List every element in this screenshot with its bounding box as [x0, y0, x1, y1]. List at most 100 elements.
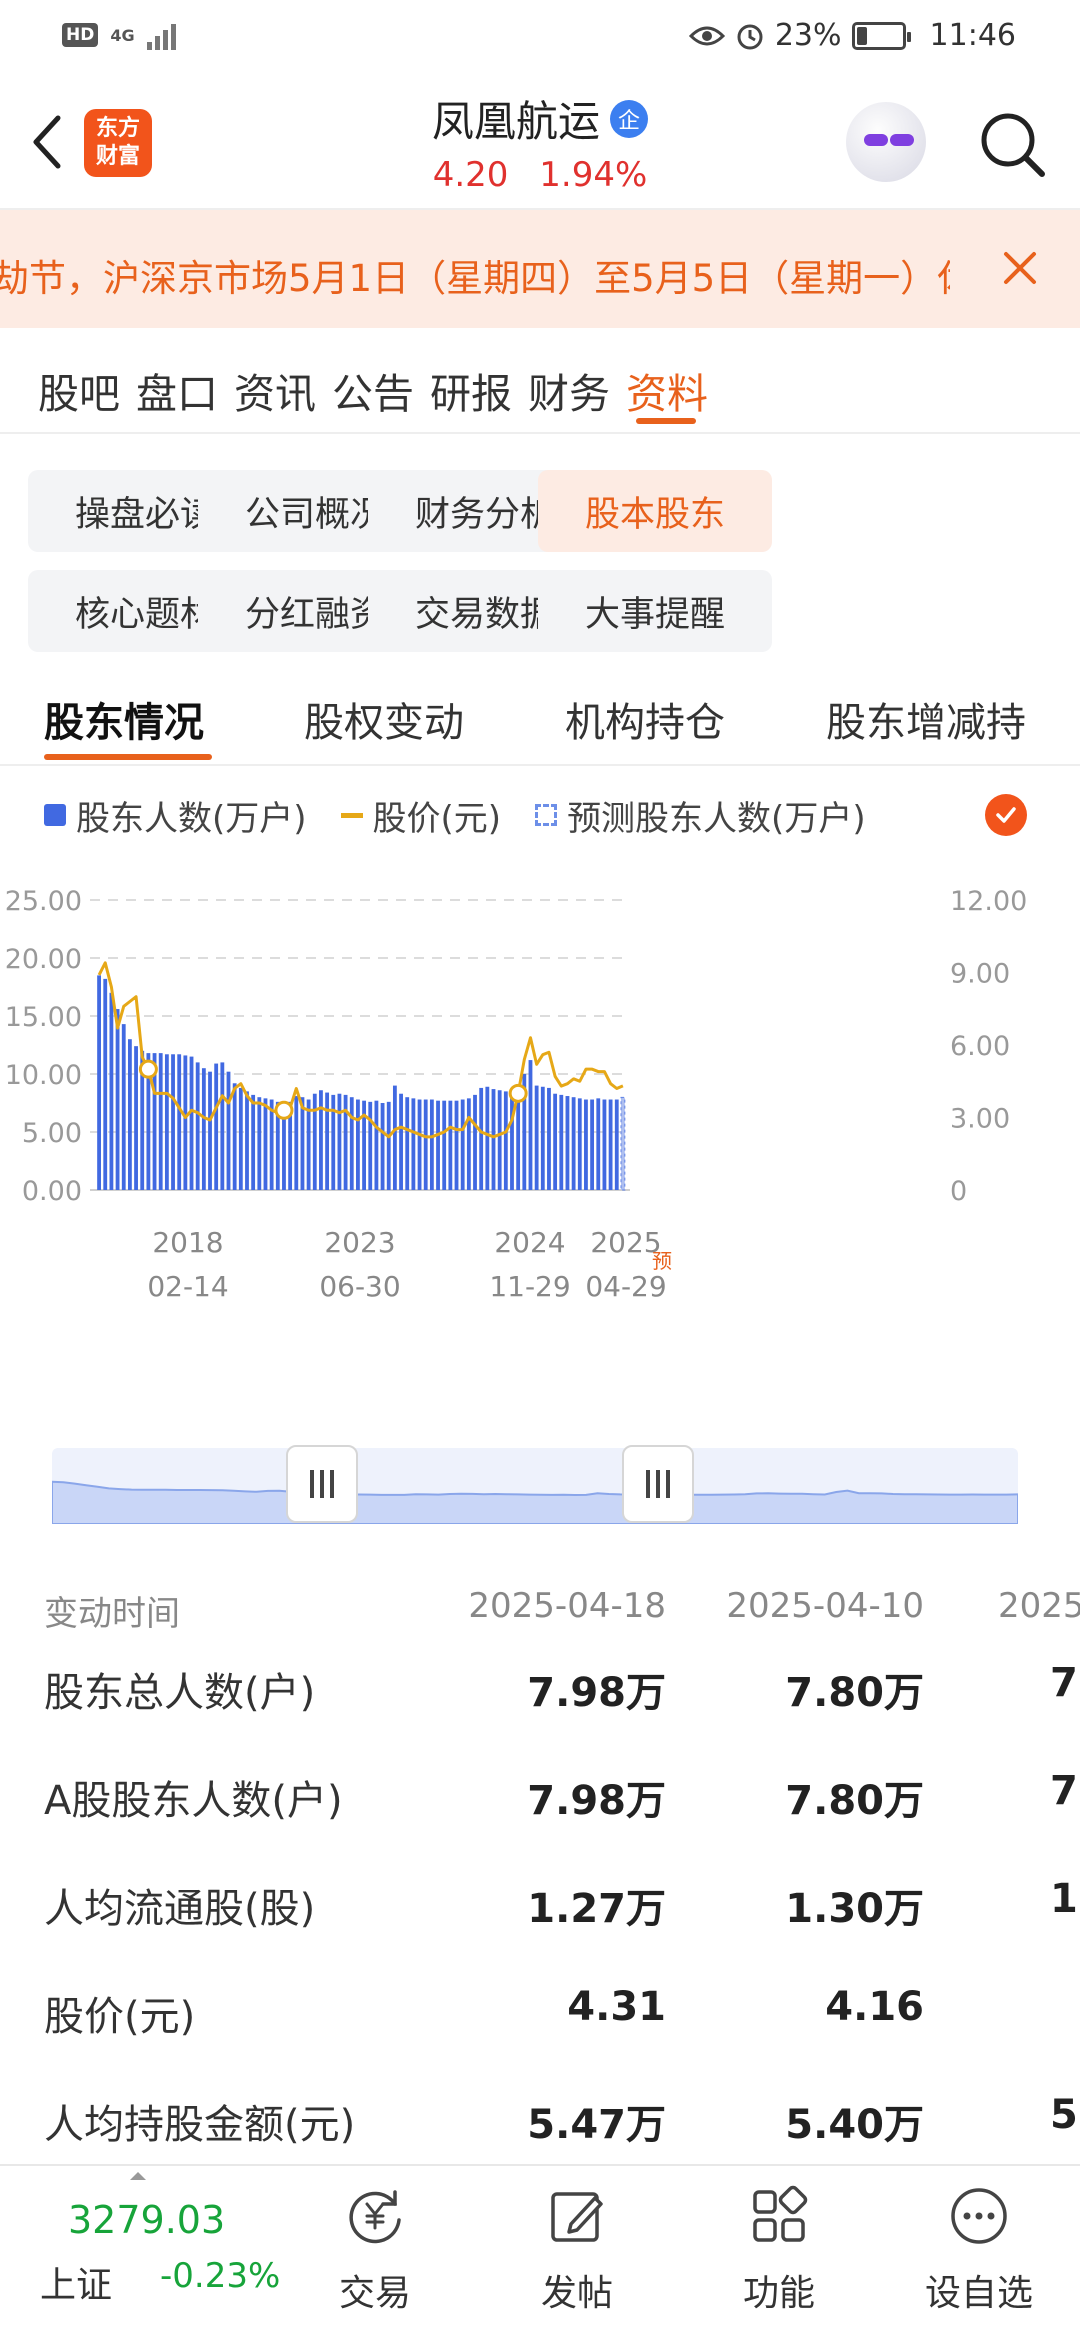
row-label: 人均流通股(股) — [44, 1886, 316, 1932]
app-logo[interactable]: 东方 财富 — [84, 109, 152, 177]
notice-banner[interactable]: 劫节，沪深京市场5月1日（星期四）至5月5日（星期一）休市 — [0, 210, 1080, 328]
bar — [571, 1097, 576, 1190]
bar — [423, 1099, 428, 1190]
range-handle-right[interactable] — [622, 1445, 694, 1523]
legend-bar-swatch — [44, 804, 66, 826]
bar — [368, 1101, 373, 1190]
tag-major-events[interactable]: 大事提醒 — [538, 570, 772, 652]
bar — [547, 1087, 551, 1190]
main-tabs: 股吧 盘口 资讯 公告 研报 财务 资料 — [0, 328, 1080, 434]
tab-guba[interactable]: 股吧 — [38, 360, 120, 420]
stock-price: 4.20 — [432, 155, 509, 195]
legend-price[interactable]: 股价(元) — [340, 791, 501, 840]
bar — [306, 1099, 311, 1190]
checkmark-icon[interactable] — [985, 794, 1027, 836]
bar — [232, 1083, 237, 1190]
bar — [300, 1097, 305, 1190]
bar — [411, 1098, 416, 1190]
bar — [294, 1096, 299, 1190]
robot-eye — [890, 134, 914, 146]
bar — [195, 1062, 200, 1190]
tab-profile[interactable]: 资料 — [626, 360, 708, 420]
bar — [226, 1071, 231, 1190]
trade-yuan-icon — [349, 2190, 401, 2244]
tab-announcements[interactable]: 公告 — [332, 360, 414, 420]
legend-forecast-label: 预测股东人数(万户) — [567, 798, 866, 839]
bar — [183, 1055, 188, 1190]
tab-news[interactable]: 资讯 — [234, 360, 316, 420]
shareholder-subtabs: 股东情况 股权变动 机构持仓 股东增减持 — [0, 662, 1080, 766]
notice-text: 劫节，沪深京市场5月1日（星期四）至5月5日（星期一）休市 — [0, 257, 950, 300]
shareholder-chart: 25.00 20.00 15.00 10.00 5.00 0.00 12.00 9.00 6.0… — [5, 886, 1028, 1303]
bar — [473, 1094, 477, 1190]
row-value: 7. — [1050, 1660, 1080, 1706]
bar — [405, 1097, 410, 1190]
price-marker — [274, 1100, 294, 1120]
nav-post[interactable]: 发帖 — [502, 2172, 652, 2316]
range-preview — [52, 1480, 1018, 1524]
table-row: 人均持股金额(元) 5.47万 5.40万 5. — [0, 2092, 1080, 2172]
table-row: A股股东人数(户) 7.98万 7.80万 7. — [0, 1768, 1080, 1848]
bar — [429, 1099, 434, 1190]
chart-range-slider[interactable] — [52, 1445, 1018, 1524]
bar — [201, 1068, 206, 1190]
subtab-equity-changes[interactable]: 股权变动 — [304, 690, 464, 748]
bar — [269, 1099, 274, 1190]
expand-up-icon[interactable] — [130, 2172, 146, 2180]
nav-trade[interactable]: 交易 — [300, 2172, 450, 2316]
row-value: 7.80万 — [785, 1670, 924, 1716]
y-right-tick-label: 6.00 — [950, 1031, 1010, 1062]
bar — [208, 1071, 212, 1190]
tab-finance[interactable]: 财务 — [528, 360, 610, 420]
bottom-nav: 3279.03 上证 -0.23% 交易 发帖 功能 设自选 — [0, 2164, 1080, 2340]
signal-icon — [146, 20, 176, 50]
clock: 11:46 — [929, 18, 1016, 53]
network-badge: HD — [62, 23, 99, 47]
forecast-bar — [620, 1096, 626, 1191]
bar — [356, 1099, 360, 1190]
row-value: 1. — [1050, 1876, 1080, 1922]
bar — [417, 1099, 422, 1190]
bar — [386, 1101, 391, 1190]
tag-equity-shareholders[interactable]: 股本股东 — [538, 470, 772, 552]
logo-text-bottom: 财富 — [95, 144, 140, 169]
subtab-holder-changes[interactable]: 股东增减持 — [826, 690, 1026, 748]
nav-functions[interactable]: 功能 — [704, 2172, 854, 2316]
bar — [257, 1097, 262, 1190]
range-handle-left[interactable] — [286, 1445, 358, 1523]
bar — [319, 1090, 323, 1190]
bar — [97, 975, 101, 1190]
y-right-tick-label: 12.00 — [950, 886, 1027, 917]
bar — [214, 1063, 219, 1190]
bar — [189, 1056, 194, 1190]
bar — [466, 1098, 471, 1190]
legend-forecast[interactable]: 预测股东人数(万户) — [535, 791, 866, 840]
bar — [590, 1099, 595, 1190]
bar — [516, 1098, 521, 1190]
x-tick-year: 2018 — [152, 1226, 223, 1259]
row-value: 7.98万 — [527, 1778, 666, 1824]
status-left: HD 4G — [62, 20, 176, 50]
nav-add-watchlist[interactable]: 设自选 — [904, 2172, 1054, 2316]
battery-percent: 23% — [774, 18, 842, 53]
subtab-shareholders[interactable]: 股东情况 — [44, 690, 204, 748]
tab-research[interactable]: 研报 — [430, 360, 512, 420]
bar — [442, 1100, 447, 1190]
assistant-robot-icon[interactable] — [846, 102, 926, 182]
y-left-tick-label: 10.00 — [5, 1060, 82, 1091]
y-right-tick-label: 9.00 — [950, 959, 1010, 990]
bar — [115, 1009, 120, 1190]
legend-holders[interactable]: 股东人数(万户) — [44, 791, 307, 840]
back-arrow-icon[interactable] — [24, 110, 76, 174]
header-date: 2025- — [998, 1586, 1080, 1626]
bar — [460, 1099, 465, 1190]
bar — [497, 1090, 502, 1190]
row-value: 7.80万 — [785, 1778, 924, 1824]
search-icon[interactable] — [976, 108, 1048, 180]
nav-trade-label: 交易 — [338, 2273, 411, 2314]
tab-pankou[interactable]: 盘口 — [136, 360, 218, 420]
close-icon[interactable] — [998, 246, 1042, 290]
y-left-tick-label: 25.00 — [5, 886, 82, 917]
bar — [448, 1100, 453, 1190]
subtab-institution-holdings[interactable]: 机构持仓 — [565, 690, 725, 748]
